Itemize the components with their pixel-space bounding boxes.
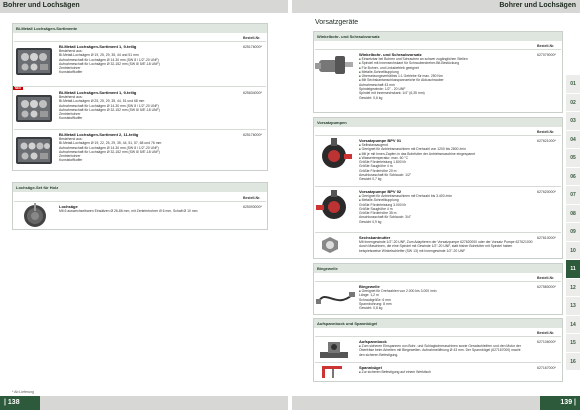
divider — [315, 362, 561, 363]
chapter-tab-06[interactable]: 06 — [566, 167, 580, 186]
divider — [14, 86, 266, 87]
product-item: Vorsatzpumpe BPV 01 Selbstansaugend Geei… — [359, 138, 534, 182]
product-item: Biegewelle Geeignet für Drehzahlen von 2… — [359, 284, 534, 310]
chapter-tab-13[interactable]: 13 — [566, 297, 580, 316]
header-left-title: Bohrer und Lochsägen — [3, 2, 80, 9]
chapter-tab-10[interactable]: 10 — [566, 241, 580, 260]
section-title: Winkelbohr- und Schraubvorsatz — [314, 32, 562, 41]
product-image-hole-saw — [24, 203, 46, 227]
product-item: Bi-Metall Lochsägen-Sortiment 1, 9-teili… — [59, 44, 239, 75]
product-image-pump-1 — [322, 138, 352, 168]
product-item: Winkelbohr- und Schraubvorsatz Einsetzba… — [359, 52, 534, 100]
product-detail: Gewicht 0,9 kg — [359, 219, 382, 224]
chapter-tabs: 01 02 03 04 05 06 07 08 09 10 11 12 13 1… — [566, 75, 580, 371]
order-number: 625093000* — [243, 205, 262, 209]
product-detail: Kunststoffkoffer — [59, 158, 83, 163]
column-header-order-number: Bestell-Nr. — [537, 276, 555, 280]
chapter-tab-01[interactable]: 01 — [566, 75, 580, 94]
column-header-order-number: Bestell-Nr. — [537, 331, 555, 335]
divider — [14, 129, 266, 130]
product-image-case-3 — [16, 137, 52, 164]
feature-bullet: Zur sicheren Befestigung auf einem Werkt… — [359, 370, 534, 374]
chapter-tab-02[interactable]: 02 — [566, 93, 580, 112]
product-image-flex-shaft — [316, 292, 355, 304]
product-detail: Kunststoffkoffer — [59, 70, 83, 75]
chapter-tab-04[interactable]: 04 — [566, 130, 580, 149]
order-number: 625634000* — [243, 91, 262, 95]
product-image-hex-nut — [322, 237, 338, 253]
order-number: 627079000* — [537, 53, 556, 57]
chapter-tab-09[interactable]: 09 — [566, 223, 580, 242]
product-image-case-1 — [16, 48, 52, 75]
product-image-angle-attachment — [315, 56, 353, 74]
page-gutter — [288, 0, 292, 13]
product-image-clamp-stand — [320, 342, 348, 358]
divider — [315, 232, 561, 233]
divider — [315, 336, 561, 337]
chapter-tab-15[interactable]: 15 — [566, 334, 580, 353]
column-header-order-number: Bestell-Nr. — [243, 36, 261, 40]
product-detail: Oberfräse beim Arbeiten mit Biegewellen.… — [359, 348, 521, 353]
column-header-order-number: Bestell-Nr. — [537, 130, 555, 134]
section-title: Bi-Metall Lochsägen-Sortimente — [13, 24, 267, 33]
chapter-tab-08[interactable]: 08 — [566, 204, 580, 223]
product-item: Bi-Metall Lochsägen-Sortiment 2, 11-teil… — [59, 132, 239, 163]
chapter-tab-12[interactable]: 12 — [566, 278, 580, 297]
divider — [14, 41, 266, 42]
chapter-tab-14[interactable]: 14 — [566, 315, 580, 334]
order-number: 627610000* — [537, 236, 556, 240]
order-number: 627621000* — [537, 139, 556, 143]
header-right-title: Bohrer und Lochsägen — [499, 2, 576, 9]
column-header-order-number: Bestell-Nr. — [243, 196, 261, 200]
product-detail: Mit 6 auswechselbaren Einsätzen Ø 26-86 … — [59, 209, 198, 213]
product-detail: beispielsweise Winkelschleifer (SW 13) m… — [359, 248, 466, 253]
page-number-right: 139 | — [540, 396, 580, 410]
product-item: Bi-Metall Lochsägen-Sortiment 1, 9-teili… — [59, 90, 239, 121]
footer-bar: | 138 139 | — [0, 396, 580, 410]
product-item: Aufspannbock Zum sicheren Einspannen von… — [359, 339, 537, 357]
divider — [315, 186, 561, 187]
section-title: Aufspannbock und Spannbügel — [314, 319, 562, 328]
chapter-tab-11-active[interactable]: 11 — [566, 260, 580, 279]
section-title: Lochsäge-Set für Holz — [13, 183, 267, 192]
footnote: * Ab Lieferung — [12, 390, 34, 394]
order-number: 627106000* — [537, 340, 556, 344]
product-image-pump-2 — [316, 190, 346, 219]
product-detail: Kunststoffkoffer — [59, 116, 83, 121]
section-title: Vorsatzpumpen — [314, 118, 562, 127]
divider — [315, 281, 561, 282]
page-gutter — [288, 396, 292, 410]
order-number: 627580000* — [537, 285, 556, 289]
divider — [14, 201, 266, 202]
chapter-tab-03[interactable]: 03 — [566, 112, 580, 131]
product-item: Vorsatzpumpe BPV 02 Geeignet für Antrieb… — [359, 189, 534, 224]
product-detail: Gewicht: 0,6 kg — [359, 95, 383, 100]
product-detail: Gewicht 0,7 kg — [359, 177, 382, 182]
header-bar: Bohrer und Lochsägen Bohrer und Lochsäge… — [0, 0, 580, 13]
product-item: Spannbügel Zur sicheren Befestigung auf … — [359, 365, 534, 374]
product-image-case-2 — [16, 95, 52, 122]
product-image-clamp — [322, 366, 342, 378]
page-number-left: | 138 — [0, 396, 40, 410]
order-number: 627167000* — [537, 366, 556, 370]
product-detail: durch Maschinen, die eine Spindel mit Ge… — [359, 244, 513, 249]
product-detail: den sicheren Befestigung. — [359, 352, 399, 357]
product-detail: Gewicht: 0,8 kg — [359, 306, 383, 311]
divider — [315, 135, 561, 136]
column-header-order-number: Bestell-Nr. — [537, 44, 555, 48]
chapter-tab-05[interactable]: 05 — [566, 149, 580, 168]
chapter-tab-07[interactable]: 07 — [566, 186, 580, 205]
product-item: Lochsäge Mit 6 auswechselbaren Einsätzen… — [59, 204, 239, 213]
page-title: Vorsatzgeräte — [315, 19, 359, 26]
divider — [315, 49, 561, 50]
order-number: 627620000* — [537, 190, 556, 194]
order-number: 625176000* — [243, 45, 262, 49]
section-title: Biegewelle — [314, 264, 562, 273]
chapter-tab-16[interactable]: 16 — [566, 352, 580, 371]
order-number: 625176000* — [243, 133, 262, 137]
product-item: Sechskantnutter Mit Innengewinde 1/2"-20… — [359, 235, 537, 253]
